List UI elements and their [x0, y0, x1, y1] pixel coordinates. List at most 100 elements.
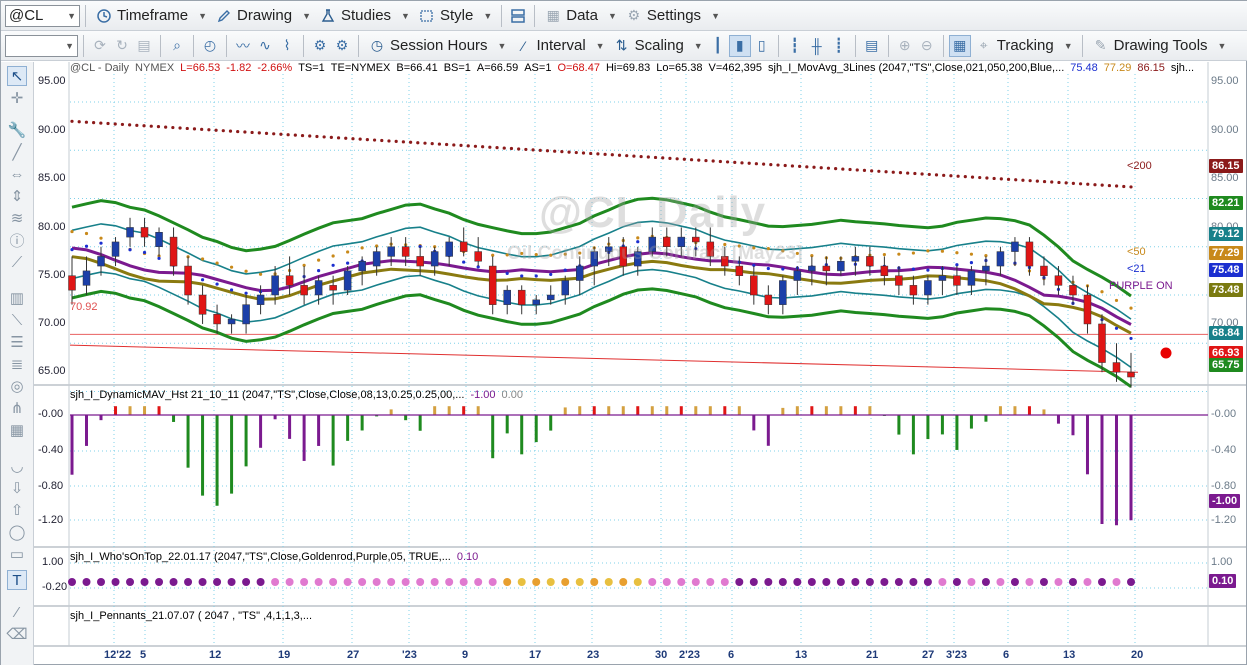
horizontal-tool-icon[interactable]: ⇔ — [7, 164, 27, 184]
x-label: 13 — [1063, 649, 1076, 661]
settings-button[interactable]: ⚙ Settings ▼ — [621, 4, 724, 28]
who-on-top-dot — [691, 578, 700, 586]
who-on-top-dot — [532, 578, 541, 586]
ma200-dot — [1093, 183, 1097, 187]
price-tag-ma200: 86.15 — [1209, 159, 1243, 173]
fib-tool-icon[interactable]: ≣ — [7, 354, 27, 374]
x-label: 6 — [728, 649, 735, 661]
zoom-out-icon[interactable]: ⊖ — [916, 35, 938, 57]
scaling-button[interactable]: ⇅ Scaling ▼ — [609, 34, 707, 58]
pointer-tool-icon[interactable]: ↖ — [7, 66, 27, 86]
studies-button[interactable]: Studies ▼ — [315, 4, 414, 28]
window-layout-icon[interactable]: ▤ — [861, 35, 883, 57]
who-on-top-dot — [155, 578, 164, 586]
chevron-down-icon: ▼ — [67, 10, 76, 21]
interval-icon: ⁄ — [522, 37, 525, 54]
chart-canvas[interactable] — [34, 62, 1247, 665]
tracking-button[interactable]: ⌖ Tracking ▼ — [971, 34, 1077, 58]
signal-dot — [1160, 347, 1172, 359]
eraser-tool-icon[interactable]: ⁄ — [7, 602, 27, 622]
hollow-candle-icon[interactable]: ▯ — [751, 35, 773, 57]
interval-button[interactable]: ⁄ Interval ▼ — [510, 34, 608, 58]
candle-up — [561, 280, 569, 296]
chart-area[interactable]: @CL Daily Oil Continuous Contract [May23… — [34, 62, 1247, 665]
chevron-down-icon: ▼ — [595, 40, 605, 51]
price-tag-lower-band: 65.75 — [1209, 358, 1243, 372]
data-window-icon[interactable]: ▦ — [948, 34, 971, 57]
grid-tool-icon[interactable]: ▦ — [7, 420, 27, 440]
candlestick-icon[interactable]: ▮ — [728, 34, 751, 57]
ma50-dot — [1100, 290, 1104, 294]
wrench-tool-icon[interactable]: 🔧 — [7, 120, 27, 140]
hlc-icon[interactable]: ┋ — [828, 35, 850, 57]
volume-bars-icon[interactable]: ┇ — [784, 35, 806, 57]
reload-icon[interactable]: ↻ — [111, 35, 133, 57]
ma200-dot — [711, 159, 715, 163]
who-on-top-dot — [416, 578, 425, 586]
ma200-dot — [668, 156, 672, 160]
header-ma50: 77.29 — [1103, 62, 1132, 74]
regression-tool-icon[interactable]: ⟍ — [7, 310, 27, 330]
bars-tool-icon[interactable]: ▥ — [7, 288, 27, 308]
ma200-dot — [567, 150, 571, 154]
text-tool-icon[interactable]: T — [7, 570, 27, 590]
candle-down — [735, 265, 744, 276]
ellipse-tool-icon[interactable]: ◯ — [7, 522, 27, 542]
layout-icon[interactable] — [507, 5, 529, 27]
ma200-dot — [236, 129, 240, 134]
candle-down — [198, 294, 207, 315]
pitchfork-tool-icon[interactable]: ⋔ — [7, 398, 27, 418]
candle-down — [1054, 275, 1063, 286]
ma200-dot — [128, 123, 132, 127]
zoom-in-icon[interactable]: ⊕ — [894, 35, 916, 57]
ohlc-icon[interactable]: ╫ — [806, 35, 828, 57]
data-icon: ▦ — [546, 7, 560, 23]
channel-tool-icon[interactable]: ≋ — [7, 208, 27, 228]
lines-tool-icon[interactable]: ☰ — [7, 332, 27, 352]
search-icon[interactable]: ⌕ — [166, 35, 188, 57]
drawing-button[interactable]: Drawing ▼ — [211, 4, 315, 28]
arrow-down-tool-icon[interactable]: ⇩ — [7, 478, 27, 498]
arrow-up-tool-icon[interactable]: ⇧ — [7, 500, 27, 520]
ma200-dot — [394, 139, 398, 143]
secondary-selector[interactable]: ▼ — [5, 34, 78, 57]
ma200-dot — [70, 119, 74, 123]
delete-tool-icon[interactable]: ⌫ — [6, 624, 27, 644]
grid-icon[interactable]: ▤ — [133, 35, 155, 57]
chevron-down-icon: ▼ — [1063, 40, 1073, 51]
gann-tool-icon[interactable]: ◎ — [7, 376, 27, 396]
refresh-icon[interactable]: ⟳ — [89, 35, 111, 57]
wave-icon[interactable]: ∿ — [254, 35, 276, 57]
speedometer-icon[interactable]: ◴ — [199, 35, 221, 57]
ind2-tag: 0.10 — [1209, 574, 1237, 588]
symbol-selector[interactable]: @CL ▼ — [5, 4, 80, 27]
candle-down — [953, 275, 961, 286]
chart-analysis-icon[interactable]: 〰 — [232, 35, 254, 57]
who-on-top-dot — [503, 578, 512, 586]
who-on-top-dot — [1127, 578, 1135, 586]
style-icon — [418, 7, 436, 25]
bar-chart-icon[interactable]: ┃ — [707, 35, 729, 57]
candle-up — [996, 251, 1005, 267]
style-button[interactable]: Style ▼ — [414, 4, 496, 28]
settings-alt-icon[interactable]: ⚙ — [309, 35, 331, 57]
trendline-tool-icon[interactable]: ╱ — [7, 142, 27, 162]
rectangle-tool-icon[interactable]: ▭ — [7, 544, 27, 564]
info-tool-icon[interactable]: ⓘ — [7, 230, 27, 250]
ind1-axis-right-0: -0.00 — [1211, 408, 1237, 420]
format-icon[interactable]: ⚙ — [331, 35, 353, 57]
drawing-tools-button[interactable]: ✎ Drawing Tools ▼ — [1088, 34, 1231, 58]
ma200-dot — [927, 172, 931, 177]
session-hours-button[interactable]: ◷ Session Hours ▼ — [364, 34, 510, 58]
who-on-top-dot — [271, 578, 280, 586]
crosshair-tool-icon[interactable]: ✛ — [7, 88, 27, 108]
data-button[interactable]: ▦ Data ▼ — [540, 4, 621, 28]
scan-icon[interactable]: ⌇ — [276, 35, 298, 57]
vertical-tool-icon[interactable]: ⇕ — [7, 186, 27, 206]
gear-icon: ⚙ — [627, 7, 641, 23]
arc-tool-icon[interactable]: ◡ — [7, 456, 27, 476]
drawing-tools-label: Drawing Tools — [1113, 37, 1208, 54]
who-on-top-dot — [981, 578, 990, 586]
timeframe-button[interactable]: Timeframe ▼ — [91, 4, 211, 28]
ray-tool-icon[interactable]: ⟋ — [7, 252, 27, 272]
